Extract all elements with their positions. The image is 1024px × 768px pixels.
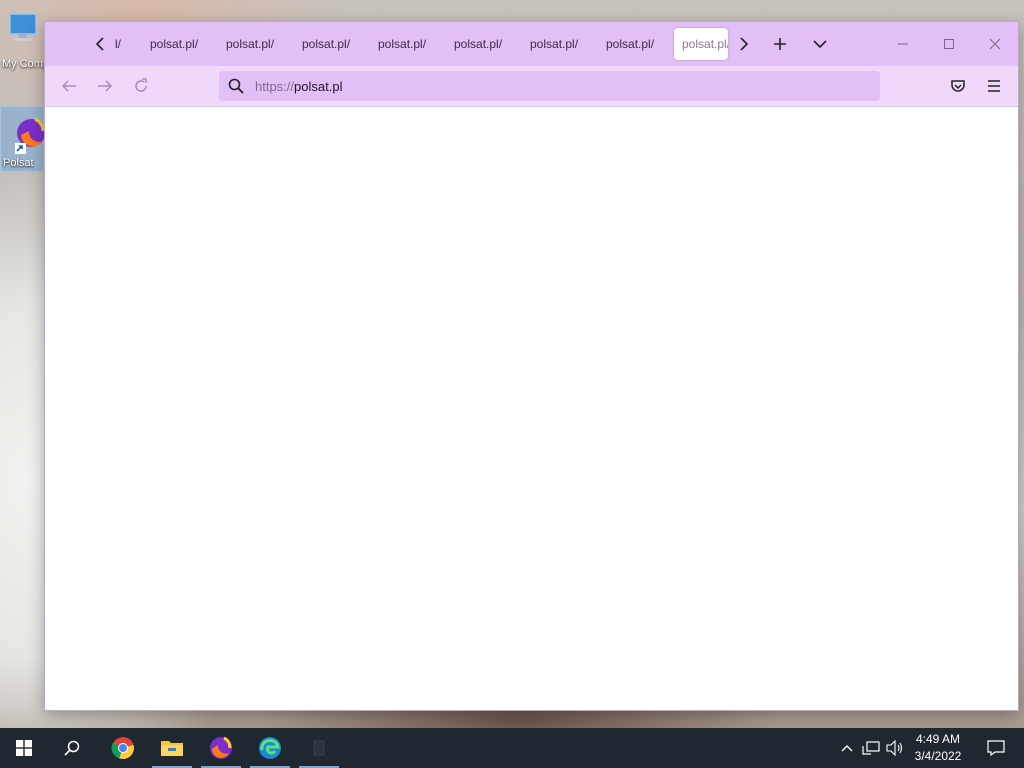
blank-app-icon <box>313 740 325 756</box>
chevron-left-icon <box>95 37 104 51</box>
taskbar-edge-button[interactable] <box>246 728 294 768</box>
reload-button[interactable] <box>126 72 156 100</box>
show-hidden-icons-button[interactable] <box>836 728 858 768</box>
desktop-icon-label: Polsat <box>3 157 34 169</box>
tab-scroll-left-button[interactable] <box>89 33 113 55</box>
taskbar-chrome-button[interactable] <box>99 728 147 768</box>
desktop-icon-polsat[interactable]: Polsat <box>0 106 45 172</box>
pocket-icon <box>951 80 965 92</box>
browser-window: l/ polsat.pl/ polsat.pl/ polsat.pl/ pols… <box>45 22 1018 710</box>
taskbar-firefox-button[interactable] <box>197 728 245 768</box>
taskbar-clock[interactable]: 4:49 AM 3/4/2022 <box>906 731 970 765</box>
edge-icon <box>259 737 281 759</box>
firefox-icon <box>210 736 232 759</box>
network-tray-button[interactable] <box>860 728 882 768</box>
tab-label: polsat.pl/ <box>682 37 728 51</box>
tab[interactable]: polsat.pl/ <box>520 28 596 60</box>
chrome-icon <box>111 737 134 760</box>
url-scheme: https:// <box>255 78 295 94</box>
file-explorer-icon <box>161 741 183 756</box>
tab-label: polsat.pl/ <box>226 37 275 51</box>
taskbar: 4:49 AM 3/4/2022 <box>0 728 1024 768</box>
url-host: polsat.pl <box>294 78 343 94</box>
chevron-down-icon <box>813 40 827 49</box>
tab[interactable]: polsat.pl/ <box>292 28 368 60</box>
taskbar-search-button[interactable] <box>48 728 96 768</box>
forward-button[interactable] <box>90 72 120 100</box>
network-icon <box>862 741 880 755</box>
taskbar-file-explorer-button[interactable] <box>148 728 196 768</box>
tab[interactable]: polsat.pl/ <box>140 28 216 60</box>
notification-icon <box>987 740 1005 756</box>
tab[interactable]: polsat.pl/ <box>596 28 672 60</box>
tab[interactable]: polsat.pl/ <box>444 28 520 60</box>
reload-icon <box>135 78 147 92</box>
action-center-button[interactable] <box>978 728 1014 768</box>
search-icon <box>221 78 251 94</box>
chevron-right-icon <box>740 37 749 51</box>
menu-button[interactable] <box>979 72 1009 100</box>
tab-partial[interactable]: l/ <box>115 28 127 60</box>
tab-active[interactable]: polsat.pl/ <box>674 28 728 60</box>
chevron-up-icon <box>841 745 853 752</box>
new-tab-button[interactable] <box>766 30 794 58</box>
list-all-tabs-button[interactable] <box>806 30 834 58</box>
tab-label: polsat.pl/ <box>530 37 579 51</box>
close-icon <box>989 38 1001 50</box>
plus-icon <box>774 38 786 50</box>
computer-icon <box>9 13 37 41</box>
hamburger-menu-icon <box>988 80 1000 92</box>
close-button[interactable] <box>972 22 1018 66</box>
maximize-button[interactable] <box>926 22 972 66</box>
minimize-button[interactable] <box>880 22 926 66</box>
clock-date: 3/4/2022 <box>914 749 962 763</box>
url-bar[interactable]: https://polsat.pl <box>219 71 880 101</box>
volume-tray-button[interactable] <box>884 728 906 768</box>
page-content[interactable] <box>45 107 1018 710</box>
tab-label: polsat.pl/ <box>378 37 427 51</box>
tab-label: polsat.pl/ <box>150 37 199 51</box>
tab-scroll-right-button[interactable] <box>731 33 755 55</box>
arrow-left-icon <box>61 80 76 92</box>
windows-start-icon <box>16 740 32 756</box>
tab[interactable]: polsat.pl/ <box>368 28 444 60</box>
tab-label: polsat.pl/ <box>302 37 351 51</box>
start-button[interactable] <box>0 728 48 768</box>
back-button[interactable] <box>54 72 84 100</box>
taskbar-app-button[interactable] <box>295 728 343 768</box>
tab-label: polsat.pl/ <box>454 37 503 51</box>
minimize-icon <box>898 43 908 45</box>
tab-label: polsat.pl/ <box>606 37 655 51</box>
navigation-toolbar: https://polsat.pl <box>45 66 1018 107</box>
clock-time: 4:49 AM <box>915 732 961 746</box>
pocket-button[interactable] <box>943 72 973 100</box>
tab-bar: l/ polsat.pl/ polsat.pl/ polsat.pl/ pols… <box>45 22 1018 66</box>
arrow-right-icon <box>98 80 113 92</box>
url-text: https://polsat.pl <box>255 79 342 94</box>
tab[interactable]: polsat.pl/ <box>216 28 292 60</box>
volume-icon <box>886 740 903 756</box>
tab-label: l/ <box>115 37 121 51</box>
maximize-icon <box>944 39 954 49</box>
desktop-icon-my-computer[interactable]: My Computer <box>0 8 68 72</box>
search-icon <box>64 740 80 756</box>
